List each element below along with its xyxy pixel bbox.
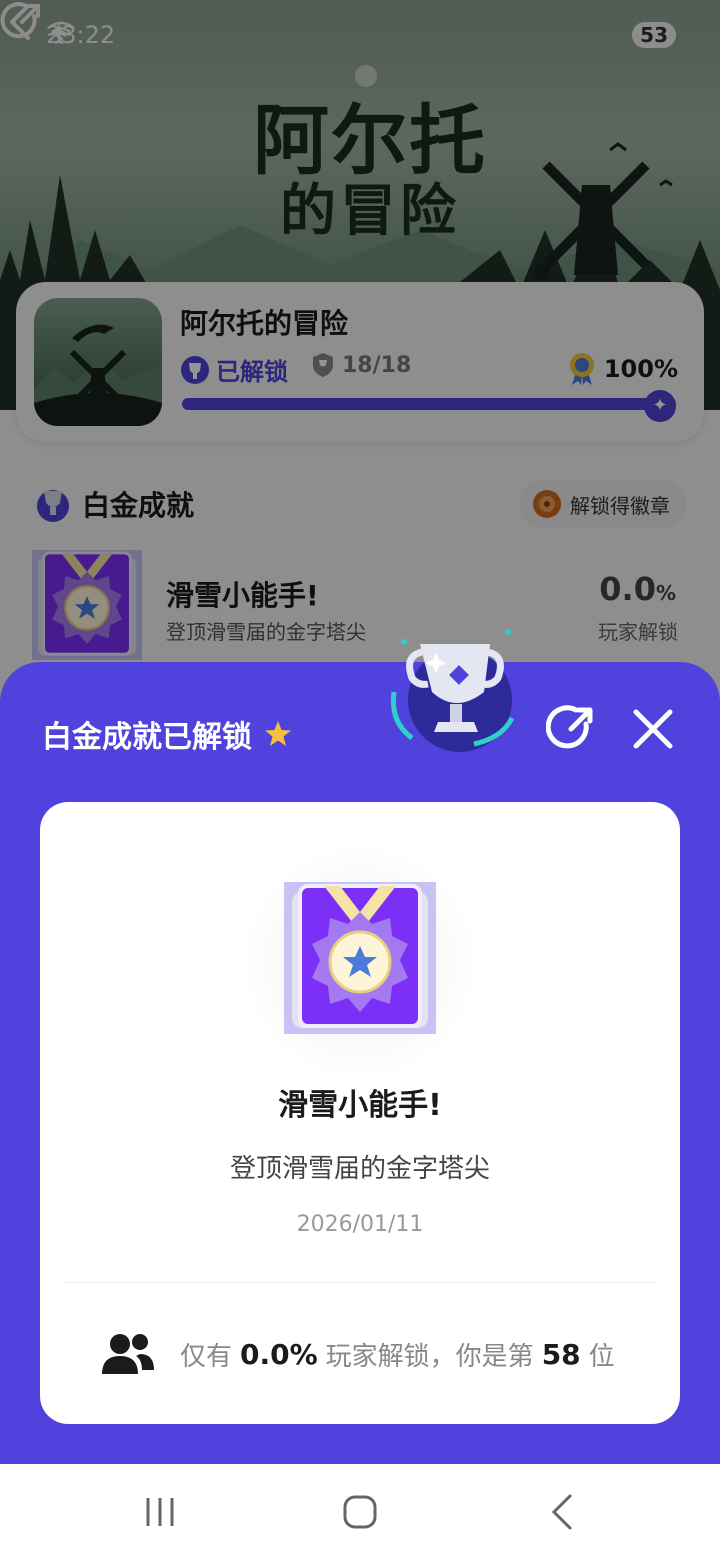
home-icon[interactable] (340, 1492, 380, 1532)
recent-apps-icon[interactable] (140, 1492, 180, 1532)
achievement-unlocked-sheet: 白金成就已解锁 滑雪小能手! 登顶滑雪届的金字塔尖 2026/01/11 仅有 … (0, 629, 720, 1464)
stat-percent: 0.0% (240, 1337, 318, 1371)
unlock-stat: 仅有 0.0% 玩家解锁，你是第 58 位 (100, 1330, 640, 1378)
system-back-icon[interactable] (544, 1492, 584, 1532)
achievement-detail-card: 滑雪小能手! 登顶滑雪届的金字塔尖 2026/01/11 仅有 0.0% 玩家解… (40, 802, 680, 1424)
divider (64, 1282, 656, 1283)
stat-prefix: 仅有 (180, 1341, 233, 1372)
achievement-desc: 登顶滑雪届的金字塔尖 (229, 1154, 490, 1184)
unlock-date: 2026/01/11 (296, 1212, 424, 1237)
stat-rank: 58 (541, 1337, 581, 1371)
close-icon[interactable] (628, 704, 678, 754)
stat-suffix: 位 (588, 1341, 615, 1372)
share-icon[interactable] (546, 704, 596, 754)
system-navigation-bar (0, 1464, 720, 1560)
achievement-title: 滑雪小能手! (278, 1088, 442, 1123)
stat-middle: 玩家解锁，你是第 (325, 1341, 534, 1372)
trophy-icon (390, 629, 515, 752)
star-icon (265, 721, 291, 746)
sheet-title-text: 白金成就已解锁 (42, 720, 252, 755)
medal-icon (284, 882, 436, 1034)
sheet-title: 白金成就已解锁 (42, 712, 292, 756)
people-icon (102, 1334, 154, 1374)
